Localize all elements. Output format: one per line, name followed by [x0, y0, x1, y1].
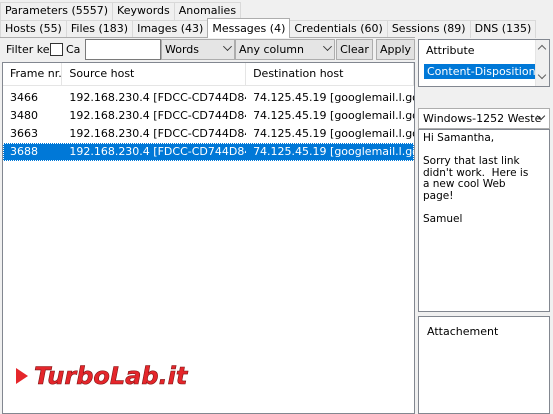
encoding-select[interactable]: Windows-1252 Weste — [418, 108, 550, 129]
tab-messages[interactable]: Messages (4) — [207, 18, 291, 38]
cell-destination-host: 74.125.45.19 [googlemail.l.google — [253, 127, 414, 140]
tab-hosts[interactable]: Hosts (55) — [0, 20, 67, 38]
message-line: Hi Samantha, — [423, 132, 495, 144]
attribute-list: Attribute Content-Disposition — [418, 39, 550, 87]
cell-destination-host: 74.125.45.19 [googlemail.l.google — [253, 91, 414, 104]
table-row[interactable]: 3480 192.168.230.4 [FDCC-CD744D84E2] 74.12… — [3, 107, 414, 125]
column-header-source[interactable]: Source host — [62, 63, 247, 85]
cell-frame: 3688 — [10, 145, 38, 158]
message-line — [423, 202, 545, 214]
logo-arrow-shape — [16, 368, 28, 384]
table-row[interactable]: 3466 192.168.230.4 [FDCC-CD744D84E2] 74.12… — [3, 89, 414, 107]
cell-destination-host: 74.125.45.19 [googlemail.l.google — [253, 145, 414, 158]
attribute-item-selected[interactable]: Content-Disposition — [424, 64, 535, 79]
filter-bar: Filter ke Ca Words Any column Clear Appl… — [2, 39, 415, 61]
apply-button[interactable]: Apply — [376, 39, 415, 60]
cell-source-host: 192.168.230.4 [FDCC-CD744D84E2] — [69, 145, 246, 158]
tab-row-upper: Parameters (5557) Keywords Anomalies — [0, 2, 242, 20]
case-sensitive-label: Ca — [66, 43, 81, 56]
attachment-list: Attachement — [418, 316, 550, 414]
cell-frame: 3480 — [10, 109, 38, 122]
chevron-down-icon — [323, 42, 332, 51]
chevron-down-icon — [223, 42, 232, 51]
cell-source-host: 192.168.230.4 [FDCC-CD744D84E2] — [69, 91, 246, 104]
clear-button[interactable]: Clear — [336, 39, 373, 60]
cell-source-host: 192.168.230.4 [FDCC-CD744D84E2] — [69, 127, 246, 140]
cell-destination-host: 74.125.45.19 [googlemail.l.google — [253, 109, 414, 122]
table-row[interactable]: 3688 192.168.230.4 [FDCC-CD744D84E2] 74.12… — [3, 143, 414, 161]
attribute-scrollbar[interactable] — [535, 40, 549, 86]
message-body-text[interactable]: Hi Samantha, Sorry that last link didn't w… — [418, 129, 550, 312]
cell-source-host: 192.168.230.4 [FDCC-CD744D84E2] — [69, 109, 246, 122]
logo-text: TurboLab.it — [34, 362, 189, 390]
scroll-up-icon[interactable] — [537, 44, 547, 54]
attachment-header: Attachement — [427, 325, 499, 338]
tab-files[interactable]: Files (183) — [65, 20, 134, 38]
tab-row-lower: Hosts (55) Files (183) Images (43) Messages… — [0, 18, 537, 38]
cell-frame: 3466 — [10, 91, 38, 104]
tab-images[interactable]: Images (43) — [132, 20, 209, 38]
message-line: a new cool Web — [423, 178, 506, 190]
match-mode-value: Words — [165, 43, 200, 56]
turbolab-logo: TurboLab.it — [16, 362, 189, 390]
tab-sessions[interactable]: Sessions (89) — [386, 20, 471, 38]
attribute-header: Attribute — [426, 44, 475, 57]
column-select[interactable]: Any column — [235, 39, 335, 60]
case-sensitive-checkbox[interactable] — [50, 43, 63, 56]
filter-keyword-label: Filter ke — [6, 43, 50, 56]
tab-dns[interactable]: DNS (135) — [469, 20, 537, 38]
table-header: Frame nr. Source host Destination host — [3, 63, 414, 86]
table-body: 3466 192.168.230.4 [FDCC-CD744D84E2] 74.12… — [3, 89, 414, 161]
tab-credentials[interactable]: Credentials (60) — [289, 20, 388, 38]
tab-parameters[interactable]: Parameters (5557) — [0, 2, 114, 20]
table-row[interactable]: 3663 192.168.230.4 [FDCC-CD744D84E2] 74.12… — [3, 125, 414, 143]
column-header-frame[interactable]: Frame nr. — [3, 63, 63, 85]
message-line: Samuel — [423, 212, 463, 225]
message-line: page! — [423, 189, 454, 202]
match-mode-select[interactable]: Words — [161, 39, 235, 60]
message-line: Sorry that last link — [423, 155, 520, 167]
filter-keyword-input[interactable] — [85, 39, 161, 60]
scroll-down-icon[interactable] — [537, 70, 547, 80]
column-value: Any column — [239, 43, 304, 56]
encoding-value: Windows-1252 Weste — [423, 112, 542, 125]
cell-frame: 3663 — [10, 127, 38, 140]
tab-keywords[interactable]: Keywords — [112, 2, 175, 20]
column-header-destination[interactable]: Destination host — [246, 63, 414, 85]
